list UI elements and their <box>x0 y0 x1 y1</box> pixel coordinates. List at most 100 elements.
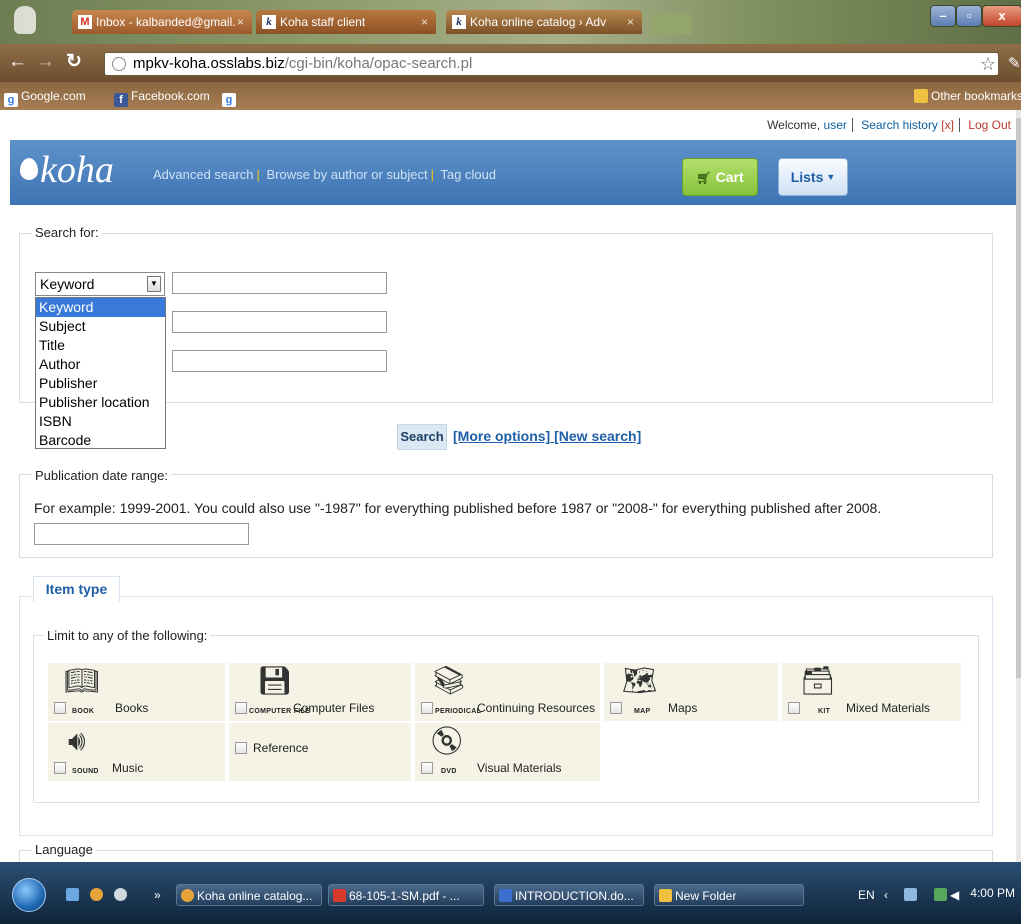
taskbar-item-koha[interactable]: Koha online catalog... <box>176 884 322 906</box>
back-arrow-icon[interactable]: ← <box>8 52 27 71</box>
search-extra-links: [More options] [New search] <box>453 428 641 444</box>
scrollbar-thumb[interactable] <box>1016 118 1021 678</box>
tab-close-icon[interactable]: × <box>627 10 634 34</box>
cart-button[interactable]: 🛒︎ Cart <box>682 158 758 196</box>
chrome-icon <box>181 889 194 902</box>
pubdate-legend: Publication date range: <box>32 468 171 483</box>
tab-item-type[interactable]: Item type <box>33 576 120 602</box>
floppy-disk-icon: 💾︎ <box>257 665 293 696</box>
book-icon: 📖︎ <box>64 665 100 696</box>
close-window-button[interactable]: x <box>982 5 1021 27</box>
item-type-music: 🔊︎ SOUND Music <box>48 723 225 781</box>
search-button[interactable]: Search <box>397 424 447 450</box>
google-icon: g <box>4 93 18 107</box>
forward-arrow-icon[interactable]: → <box>36 52 55 71</box>
show-desktop-icon[interactable] <box>62 884 82 906</box>
tab-close-icon[interactable]: × <box>421 10 428 34</box>
search-history-link[interactable]: Search history <box>861 118 938 132</box>
windows-taskbar: » Koha online catalog... 68-105-1-SM.pdf… <box>0 862 1021 924</box>
chevron-down-icon: ▼ <box>147 276 161 292</box>
kit-box-icon: 🗃︎ <box>800 665 836 696</box>
volume-icon[interactable]: ◀ <box>950 884 966 906</box>
wrench-icon[interactable]: ✎ <box>1008 54 1021 72</box>
taskbar-item-pdf[interactable]: 68-105-1-SM.pdf - ... <box>328 884 484 906</box>
bookmark-facebook[interactable]: f Facebook.com <box>114 88 210 107</box>
network-icon[interactable] <box>900 884 920 906</box>
dropdown-option[interactable]: Author <box>36 355 165 374</box>
search-index-select[interactable]: Keyword ▼ <box>35 272 165 296</box>
logout-link[interactable]: Log Out <box>968 118 1011 132</box>
tab-close-icon[interactable]: × <box>237 10 244 34</box>
item-type-books: 📖︎ BOOK Books <box>48 663 225 721</box>
koha-logo[interactable]: koha <box>20 150 114 190</box>
dropdown-option[interactable]: Subject <box>36 317 165 336</box>
checkbox-books[interactable] <box>54 702 66 714</box>
advanced-search-link[interactable]: Advanced search <box>153 167 253 182</box>
bookmark-google-2[interactable]: g <box>222 88 239 107</box>
masthead: koha Advanced search | Browse by author o… <box>10 140 1016 205</box>
item-type-visual-materials: 💿︎ DVD Visual Materials <box>415 723 600 781</box>
clear-history-link[interactable]: [x] <box>941 118 954 132</box>
dropdown-option[interactable]: Barcode <box>36 431 165 450</box>
checkbox-mixed-materials[interactable] <box>788 702 800 714</box>
tab-koha-staff[interactable]: k Koha staff client × <box>256 10 436 34</box>
bookmark-google[interactable]: g Google.com <box>4 88 86 107</box>
browse-link[interactable]: Browse by author or subject <box>266 167 427 182</box>
user-link[interactable]: user <box>824 118 847 132</box>
vertical-scrollbar[interactable] <box>1016 110 1021 862</box>
pdf-icon <box>333 889 346 902</box>
dropdown-option[interactable]: Publisher <box>36 374 165 393</box>
item-type-reference: Reference <box>229 723 411 781</box>
gmail-icon: M <box>78 15 92 29</box>
dropdown-option[interactable]: ISBN <box>36 412 165 431</box>
tab-gmail[interactable]: M Inbox - kalbanded@gmail. × <box>72 10 252 34</box>
start-button[interactable] <box>12 878 46 912</box>
browser-toolbar: ← → ↻ mpkv-koha.osslabs.biz/cgi-bin/koha… <box>0 44 1021 82</box>
taskbar-item-word[interactable]: INTRODUCTION.do... <box>494 884 644 906</box>
facebook-icon: f <box>114 93 128 107</box>
item-type-grid: 📖︎ BOOK Books 💾︎ COMPUTER FILE Computer … <box>48 663 961 781</box>
chrome-quicklaunch-icon[interactable] <box>86 884 106 906</box>
other-bookmarks[interactable]: Other bookmarks <box>914 88 1021 104</box>
checkbox-computer-files[interactable] <box>235 702 247 714</box>
maximize-button[interactable]: ▫ <box>956 5 982 27</box>
bookmark-star-icon[interactable]: ☆ <box>980 53 996 75</box>
checkbox-reference[interactable] <box>235 742 247 754</box>
dropdown-option[interactable]: Title <box>36 336 165 355</box>
reload-icon[interactable]: ↻ <box>66 52 82 71</box>
language-legend: Language <box>32 842 96 857</box>
taskbar-item-folder[interactable]: New Folder <box>654 884 804 906</box>
folder-icon <box>659 889 672 902</box>
periodical-icon: 📚︎ <box>431 665 467 696</box>
settings-quicklaunch-icon[interactable] <box>110 884 130 906</box>
page-content: Welcome, user Search history [x] Log Out… <box>0 110 1021 870</box>
word-icon <box>499 889 512 902</box>
tray-chevron-icon[interactable]: ‹ <box>884 884 898 906</box>
tag-cloud-link[interactable]: Tag cloud <box>440 167 496 182</box>
checkbox-visual-materials[interactable] <box>421 762 433 774</box>
language-indicator[interactable]: EN <box>858 884 884 906</box>
pubdate-input[interactable] <box>34 523 249 545</box>
new-tab-button[interactable] <box>650 13 692 34</box>
chrome-logo-icon <box>14 6 36 34</box>
search-input-2[interactable] <box>172 311 387 333</box>
checkbox-music[interactable] <box>54 762 66 774</box>
dropdown-option[interactable]: Keyword <box>36 298 165 317</box>
google-icon: g <box>222 93 236 107</box>
folder-icon <box>914 89 928 103</box>
item-type-legend: Limit to any of the following: <box>44 628 211 643</box>
lists-button[interactable]: Lists ▼ <box>778 158 848 196</box>
new-search-link[interactable]: [New search] <box>554 428 641 444</box>
checkbox-continuing-resources[interactable] <box>421 702 433 714</box>
flag-icon[interactable] <box>930 884 950 906</box>
search-input-3[interactable] <box>172 350 387 372</box>
overflow-chevron-icon[interactable]: » <box>150 884 168 906</box>
clock: 4:00 PM <box>970 886 1015 900</box>
address-bar[interactable]: mpkv-koha.osslabs.biz/cgi-bin/koha/opac-… <box>104 52 999 76</box>
tab-koha-opac[interactable]: k Koha online catalog › Adv × <box>446 10 642 34</box>
more-options-link[interactable]: [More options] <box>453 428 550 444</box>
checkbox-maps[interactable] <box>610 702 622 714</box>
search-input-1[interactable] <box>172 272 387 294</box>
dropdown-option[interactable]: Publisher location <box>36 393 165 412</box>
minimize-button[interactable]: – <box>930 5 956 27</box>
